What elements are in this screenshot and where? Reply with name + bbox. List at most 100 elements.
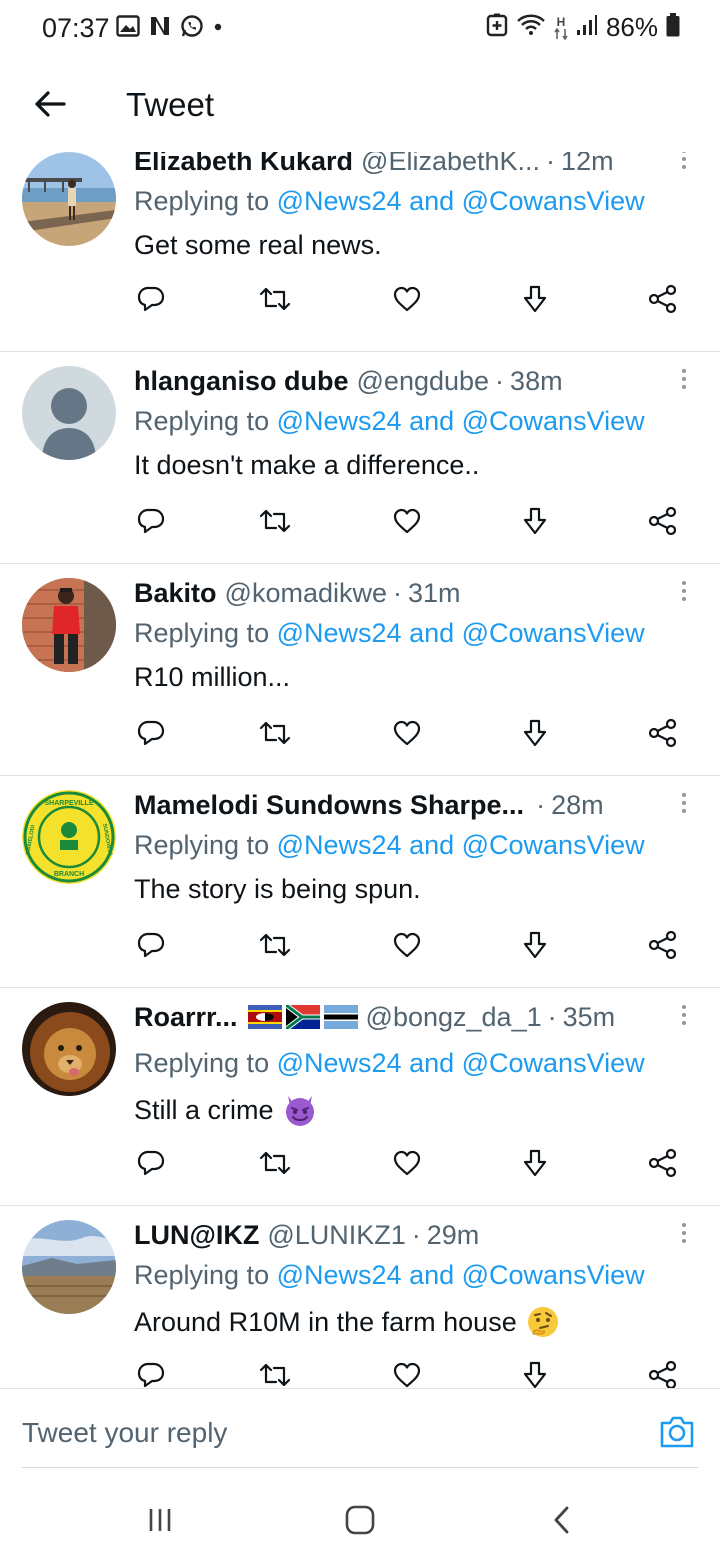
reply-composer: Tweet your reply bbox=[0, 1388, 720, 1480]
data-arrows-icon: H bbox=[554, 16, 568, 40]
like-button[interactable] bbox=[390, 1358, 424, 1388]
tweet-actions bbox=[134, 504, 684, 538]
tweet-text-content: The story is being spun. bbox=[134, 874, 421, 904]
share-button[interactable] bbox=[646, 1146, 680, 1180]
download-button[interactable] bbox=[518, 282, 552, 316]
tweet-item[interactable]: Bakito @komadikwe · 31m Replying to @New… bbox=[0, 564, 720, 776]
camera-button[interactable] bbox=[658, 1413, 696, 1451]
recent-apps-button[interactable] bbox=[140, 1504, 180, 1536]
more-options-icon[interactable] bbox=[674, 998, 694, 1032]
like-button[interactable] bbox=[390, 928, 424, 962]
tweet-header: Mamelodi Sundowns Sharpe... · 28m bbox=[134, 788, 698, 822]
display-name[interactable]: Mamelodi Sundowns Sharpe... bbox=[134, 790, 524, 821]
avatar[interactable] bbox=[22, 366, 116, 460]
reply-button[interactable] bbox=[134, 282, 168, 316]
reply-button[interactable] bbox=[134, 716, 168, 750]
username[interactable]: @engdube bbox=[357, 366, 490, 397]
reply-input[interactable]: Tweet your reply bbox=[22, 1417, 227, 1449]
reply-button[interactable] bbox=[134, 1146, 168, 1180]
share-icon bbox=[648, 718, 677, 748]
more-options-icon[interactable] bbox=[674, 1216, 694, 1250]
tweet-item[interactable]: LUN@IKZ @LUNIKZ1 · 29m Replying to @News… bbox=[0, 1206, 720, 1388]
back-nav-button[interactable] bbox=[542, 1504, 582, 1536]
download-button[interactable] bbox=[518, 716, 552, 750]
retweet-button[interactable] bbox=[258, 504, 292, 538]
replying-to-link[interactable]: @News24 and @CowansView bbox=[277, 1260, 645, 1290]
back-button[interactable] bbox=[30, 84, 70, 124]
like-button[interactable] bbox=[390, 1146, 424, 1180]
tweet-item[interactable]: SHARPEVILLE BRANCH MAMELODI SUNDOWNS Mam… bbox=[0, 776, 720, 988]
timestamp: 12m bbox=[561, 152, 614, 176]
like-button[interactable] bbox=[390, 716, 424, 750]
status-time: 07:37 bbox=[42, 13, 110, 43]
tweet-item[interactable]: Elizabeth Kukard @ElizabethK... · 12m Re… bbox=[0, 152, 720, 352]
more-options-icon[interactable] bbox=[674, 574, 694, 608]
replying-prefix: Replying to bbox=[134, 186, 270, 216]
avatar[interactable] bbox=[22, 152, 116, 246]
replying-to: Replying to @News24 and @CowansView bbox=[134, 1260, 645, 1291]
separator-dot: · bbox=[546, 152, 556, 176]
share-icon bbox=[648, 930, 677, 960]
username[interactable]: @LUNIKZ1 bbox=[267, 1220, 405, 1251]
tweet-text-content: It doesn't make a difference.. bbox=[134, 450, 480, 480]
retweet-icon bbox=[259, 721, 291, 745]
avatar[interactable]: SHARPEVILLE BRANCH MAMELODI SUNDOWNS bbox=[22, 790, 116, 884]
retweet-button[interactable] bbox=[258, 928, 292, 962]
avatar[interactable] bbox=[22, 1220, 116, 1314]
username[interactable]: @ElizabethK... bbox=[361, 152, 540, 177]
default-profile-icon bbox=[22, 366, 116, 460]
more-options-icon[interactable] bbox=[674, 152, 694, 176]
replying-to-link[interactable]: @News24 and @CowansView bbox=[277, 186, 645, 216]
avatar[interactable] bbox=[22, 1002, 116, 1096]
display-name[interactable]: hlanganiso dube bbox=[134, 366, 349, 397]
display-name[interactable]: Roarrr... bbox=[134, 1002, 238, 1033]
download-button[interactable] bbox=[518, 928, 552, 962]
display-name[interactable]: Bakito bbox=[134, 578, 217, 609]
more-options-icon[interactable] bbox=[674, 362, 694, 396]
dot-icon bbox=[212, 20, 224, 38]
share-button[interactable] bbox=[646, 282, 680, 316]
reply-button[interactable] bbox=[134, 928, 168, 962]
beach-pier-photo bbox=[22, 152, 116, 246]
system-icons: H 86% bbox=[486, 12, 680, 43]
share-button[interactable] bbox=[646, 1358, 680, 1388]
tweet-item[interactable]: Roarrr... @bongz_da_1 · 35m Replying to … bbox=[0, 988, 720, 1206]
download-button[interactable] bbox=[518, 1358, 552, 1388]
share-button[interactable] bbox=[646, 928, 680, 962]
tweet-text: It doesn't make a difference.. bbox=[134, 450, 479, 481]
share-button[interactable] bbox=[646, 716, 680, 750]
display-name[interactable]: Elizabeth Kukard bbox=[134, 152, 353, 177]
download-button[interactable] bbox=[518, 504, 552, 538]
replying-prefix: Replying to bbox=[134, 406, 270, 436]
reply-button[interactable] bbox=[134, 504, 168, 538]
tweet-item[interactable]: hlanganiso dube @engdube · 38m Replying … bbox=[0, 352, 720, 564]
share-button[interactable] bbox=[646, 504, 680, 538]
like-button[interactable] bbox=[390, 504, 424, 538]
retweet-button[interactable] bbox=[258, 1358, 292, 1388]
battery-percent: 86% bbox=[605, 12, 658, 42]
username[interactable]: @komadikwe bbox=[225, 578, 387, 609]
username[interactable]: @bongz_da_1 bbox=[366, 1002, 542, 1033]
like-button[interactable] bbox=[390, 282, 424, 316]
avatar[interactable] bbox=[22, 578, 116, 672]
retweet-button[interactable] bbox=[258, 716, 292, 750]
download-button[interactable] bbox=[518, 1146, 552, 1180]
more-options-icon[interactable] bbox=[674, 786, 694, 820]
replying-to-link[interactable]: @News24 and @CowansView bbox=[277, 618, 645, 648]
retweet-button[interactable] bbox=[258, 1146, 292, 1180]
reply-list[interactable]: Elizabeth Kukard @ElizabethK... · 12m Re… bbox=[0, 152, 720, 1388]
replying-to-link[interactable]: @News24 and @CowansView bbox=[277, 830, 645, 860]
replying-to-link[interactable]: @News24 and @CowansView bbox=[277, 1048, 645, 1078]
reply-button[interactable] bbox=[134, 1358, 168, 1388]
tweet-actions bbox=[134, 716, 684, 750]
heart-icon bbox=[393, 932, 421, 958]
divider bbox=[22, 1467, 698, 1468]
replying-to-link[interactable]: @News24 and @CowansView bbox=[277, 406, 645, 436]
retweet-button[interactable] bbox=[258, 282, 292, 316]
replying-to: Replying to @News24 and @CowansView bbox=[134, 830, 645, 861]
tweet-header: Elizabeth Kukard @ElizabethK... · 12m bbox=[134, 152, 698, 178]
home-button[interactable] bbox=[340, 1504, 380, 1536]
display-name[interactable]: LUN@IKZ bbox=[134, 1220, 259, 1251]
heart-icon bbox=[393, 1362, 421, 1388]
botswana-flag-icon bbox=[323, 1005, 358, 1029]
